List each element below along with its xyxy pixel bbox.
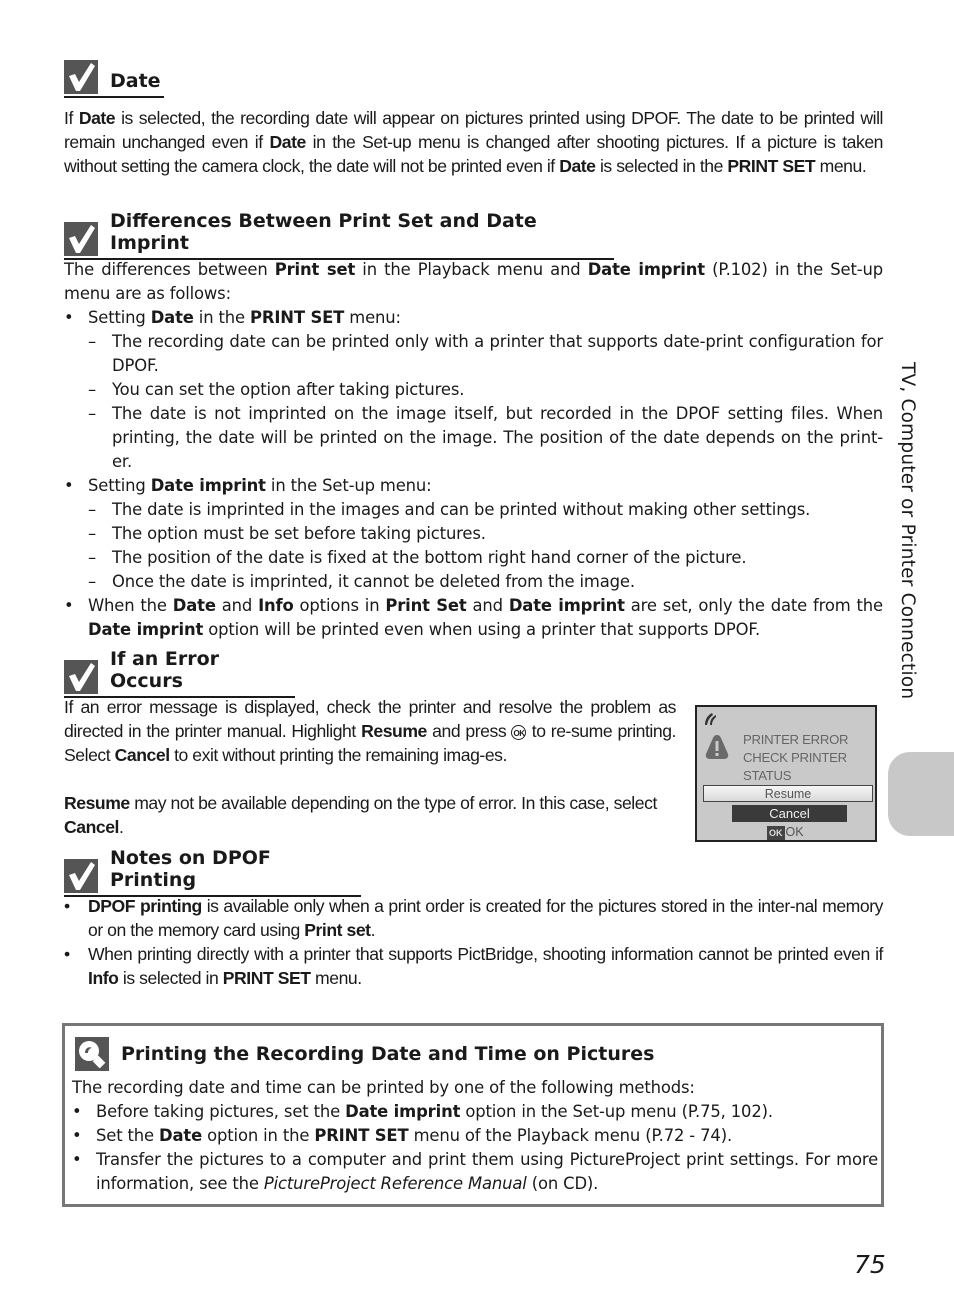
list-item: • When printing directly with a printer t… <box>64 944 883 988</box>
checkmark-icon <box>64 859 98 893</box>
checkmark-icon <box>64 660 98 694</box>
bold-term: Date <box>78 108 116 128</box>
bold-term: Date <box>269 132 307 152</box>
chapter-thumb-tab <box>888 752 954 836</box>
heading-underline <box>64 96 164 98</box>
checkmark-icon <box>64 222 98 256</box>
bold-term: Date <box>150 308 194 327</box>
dpof-notes-list: • DPOF printing is available only when a … <box>64 894 883 990</box>
tip-lightbulb-icon <box>75 1037 109 1071</box>
section-title: Date <box>110 70 161 92</box>
bold-term: Resume <box>361 721 427 741</box>
sub-list-item: – The option must be set before taking pi… <box>64 522 883 546</box>
heading-differences: Differences Between Print Set and Date I… <box>64 210 614 260</box>
warning-icon <box>705 735 729 759</box>
differences-content: The differences between Print set in the… <box>64 258 883 642</box>
tip-list: • Before taking pictures, set the Date im… <box>72 1100 878 1196</box>
camera-screen-printer-error: PRINTER ERROR CHECK PRINTER STATUS Resum… <box>695 705 877 842</box>
dash-icon: – <box>88 524 97 543</box>
section-title: Notes on DPOF Printing <box>110 847 271 891</box>
resume-option[interactable]: Resume <box>703 785 873 802</box>
tip-intro: The recording date and time can be print… <box>72 1078 695 1097</box>
sub-list-item: – The recording date can be printed only … <box>88 332 883 375</box>
differences-list: • Setting Date in the PRINT SET menu: – The… <box>64 306 883 642</box>
tip-title: Printing the Recording Date and Time on … <box>121 1043 655 1065</box>
bold-term: Print set <box>304 920 371 940</box>
page-number: 75 <box>854 1250 886 1279</box>
ok-hint: OK OK <box>767 825 804 840</box>
dash-icon: – <box>88 500 97 519</box>
bullet-icon: • <box>64 944 70 964</box>
bold-term: Cancel <box>64 817 119 837</box>
checkmark-icon <box>64 60 98 94</box>
sub-list-item: – The date is imprinted in the images and… <box>64 498 883 522</box>
list-item: • Set the Date option in the PRINT SET me… <box>72 1124 878 1148</box>
bullet-icon: • <box>72 1150 82 1169</box>
ok-button-icon: OK <box>511 725 527 740</box>
bold-term: Date imprint <box>587 260 705 279</box>
bold-term: Date <box>172 596 216 615</box>
list-item: • DPOF printing is available only when a … <box>64 896 883 940</box>
date-body: If Date is selected, the recording date … <box>64 108 884 176</box>
sub-list-item: – Once the date is imprinted, it cannot b… <box>64 570 883 594</box>
chapter-side-label: TV, Computer or Printer Connection <box>897 362 918 700</box>
sub-list-item: – The position of the date is fixed at th… <box>64 546 883 570</box>
sub-list-item: – You can set the option after taking pic… <box>64 378 883 402</box>
error-message: PRINTER ERROR CHECK PRINTER STATUS <box>743 732 849 783</box>
bullet-icon: • <box>64 308 74 327</box>
tip-box: Printing the Recording Date and Time on … <box>62 1023 884 1207</box>
bold-term: Resume <box>64 793 130 813</box>
bold-term: Date <box>159 1126 203 1145</box>
tip-content: The recording date and time can be print… <box>72 1076 878 1196</box>
bold-term: Date imprint <box>345 1102 461 1121</box>
bold-term: Date imprint <box>508 596 625 615</box>
pictbridge-icon <box>705 713 716 725</box>
bullet-icon: • <box>72 1126 82 1145</box>
error-para-1: If an error message is displayed, check … <box>64 697 676 765</box>
bold-term: PRINT SET <box>727 156 816 176</box>
heading-dpof-notes: Notes on DPOF Printing <box>64 847 361 897</box>
bold-term: Cancel <box>114 745 170 765</box>
bold-term: Print Set <box>385 596 467 615</box>
italic-title: PictureProject Reference Manual <box>263 1174 527 1193</box>
heading-error: If an Error Occurs <box>64 648 295 698</box>
heading-date: Date <box>64 60 164 98</box>
list-item: • Transfer the pictures to a computer and… <box>72 1150 878 1193</box>
section-title: If an Error Occurs <box>110 648 220 692</box>
bold-term: Date imprint <box>150 476 266 495</box>
bold-term: Print set <box>274 260 356 279</box>
bold-term: Info <box>258 596 294 615</box>
differences-intro: The differences between Print set in the… <box>64 260 883 303</box>
bold-term: PRINT SET <box>222 968 311 988</box>
tip-heading: Printing the Recording Date and Time on … <box>75 1037 654 1071</box>
bullet-icon: • <box>64 596 74 615</box>
bullet-icon: • <box>64 476 74 495</box>
section-title: Differences Between Print Set and Date I… <box>110 210 537 254</box>
ok-button-icon: OK <box>767 825 785 840</box>
bold-term: DPOF printing <box>88 896 202 916</box>
dash-icon: – <box>88 572 97 591</box>
dash-icon: – <box>88 404 97 423</box>
dash-icon: – <box>88 548 97 567</box>
bold-term: PRINT SET <box>314 1126 409 1145</box>
list-item: • Setting Date in the PRINT SET menu: <box>64 306 883 330</box>
list-item: • Setting Date imprint in the Set-up menu… <box>64 474 883 498</box>
dash-icon: – <box>88 332 97 351</box>
sub-list-item: – The date is not imprinted on the image … <box>88 404 883 471</box>
bullet-icon: • <box>72 1102 82 1121</box>
bold-term: Date <box>559 156 596 176</box>
bold-term: PRINT SET <box>250 308 345 327</box>
cancel-option[interactable]: Cancel <box>732 805 847 822</box>
bold-term: Date imprint <box>88 620 204 639</box>
error-para-2: Resume may not be available depending on… <box>64 793 657 837</box>
list-item: • Before taking pictures, set the Date im… <box>72 1100 878 1124</box>
dash-icon: – <box>88 380 97 399</box>
bold-term: Info <box>88 968 119 988</box>
bullet-icon: • <box>64 896 70 916</box>
list-item: • When the Date and Info options in Print… <box>64 596 883 639</box>
